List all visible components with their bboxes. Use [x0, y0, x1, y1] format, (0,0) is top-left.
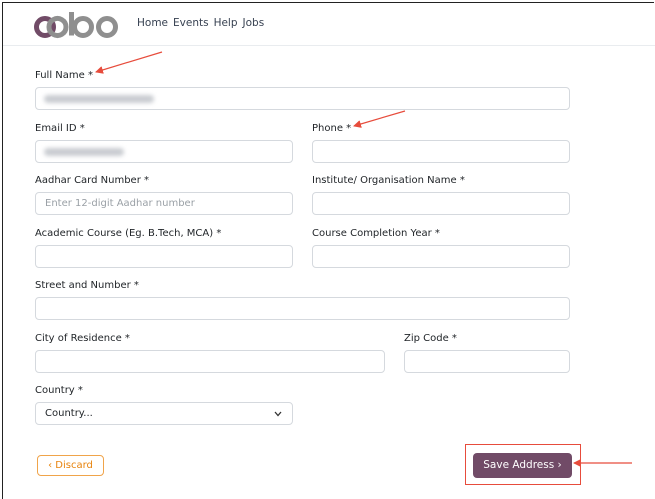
phone-field[interactable] — [312, 140, 570, 163]
institute-field[interactable] — [312, 192, 570, 215]
full-name-field[interactable] — [35, 87, 570, 110]
institute-label: Institute/ Organisation Name * — [312, 175, 465, 186]
country-select-value: Country... — [45, 408, 93, 419]
full-name-label: Full Name * — [35, 70, 93, 81]
zip-field[interactable] — [404, 350, 570, 373]
nav-home[interactable]: Home — [137, 17, 168, 29]
completion-year-field[interactable] — [312, 245, 570, 268]
email-label: Email ID * — [35, 123, 85, 134]
course-label: Academic Course (Eg. B.Tech, MCA) * — [35, 228, 222, 239]
aadhar-label: Aadhar Card Number * — [35, 175, 149, 186]
redacted-value — [44, 148, 124, 156]
navbar: Home Events Help Jobs — [3, 3, 655, 46]
city-field[interactable] — [35, 350, 385, 373]
nav-events[interactable]: Events — [173, 17, 209, 29]
discard-button[interactable]: ‹ Discard — [37, 455, 104, 476]
country-select[interactable]: Country... — [35, 402, 293, 425]
save-address-button[interactable]: Save Address › — [473, 453, 572, 478]
redacted-value — [44, 95, 154, 103]
odoo-logo[interactable] — [33, 10, 123, 40]
course-field[interactable] — [35, 245, 293, 268]
city-label: City of Residence * — [35, 333, 130, 344]
street-field[interactable] — [35, 297, 570, 320]
phone-label: Phone * — [312, 123, 352, 134]
page-frame: Home Events Help Jobs Full Name * Email … — [2, 2, 655, 499]
chevron-down-icon — [274, 411, 282, 417]
street-label: Street and Number * — [35, 280, 139, 291]
zip-label: Zip Code * — [404, 333, 457, 344]
aadhar-field[interactable] — [35, 192, 293, 215]
email-field[interactable] — [35, 140, 293, 163]
completion-year-label: Course Completion Year * — [312, 228, 440, 239]
country-label: Country * — [35, 385, 83, 396]
nav-jobs[interactable]: Jobs — [243, 17, 265, 29]
main-nav: Home Events Help Jobs — [137, 17, 264, 29]
nav-help[interactable]: Help — [214, 17, 238, 29]
